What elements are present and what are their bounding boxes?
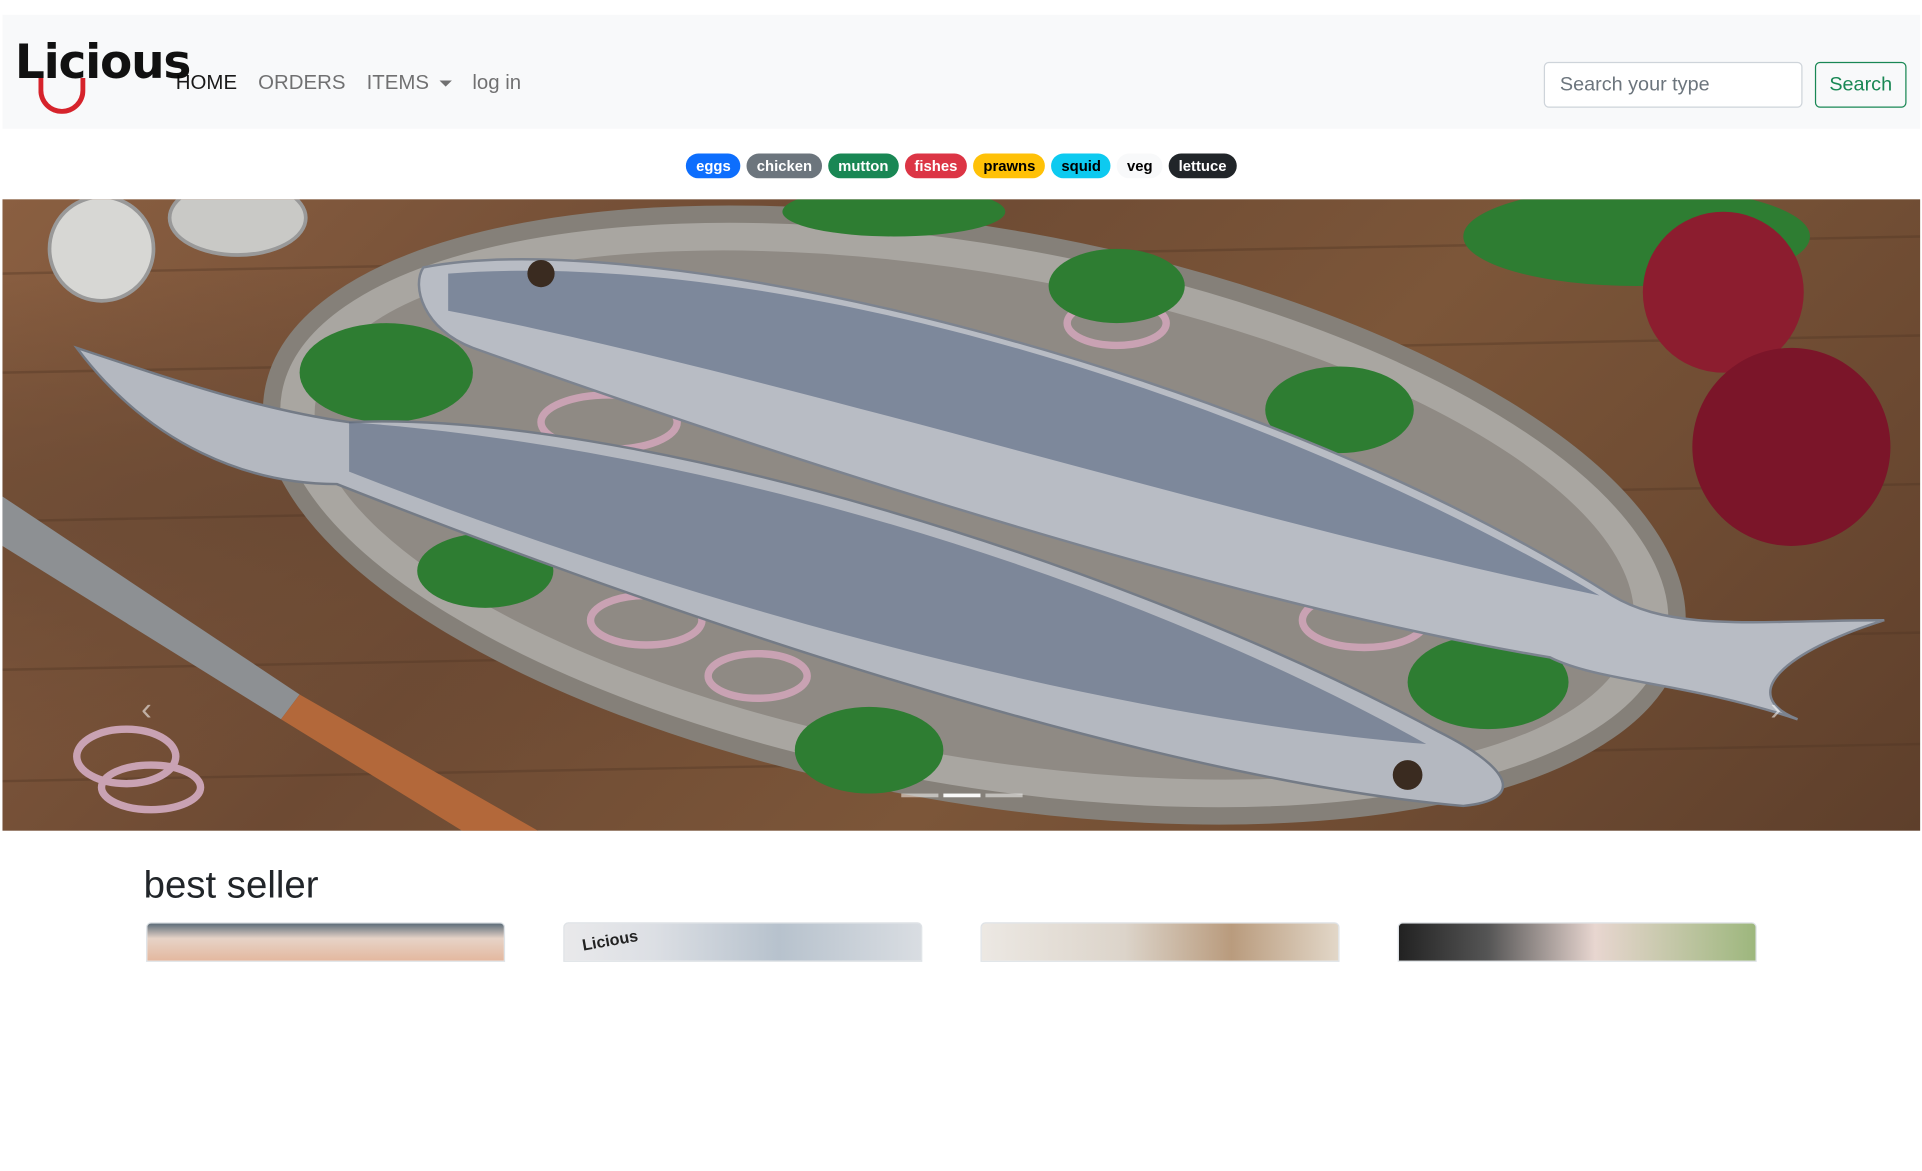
smile-icon [38,77,86,114]
product-card-1[interactable] [146,922,506,962]
product-card-4[interactable] [1397,922,1757,962]
nav-links: HOME ORDERS ITEMS log in [176,72,521,96]
badge-eggs[interactable]: eggs [686,153,741,179]
nav-orders[interactable]: ORDERS [258,72,345,96]
carousel-prev-icon[interactable]: ‹ [141,692,158,724]
badge-fishes[interactable]: fishes [904,153,968,179]
category-badges: eggs chicken mutton fishes prawns squid … [0,153,1922,179]
search-input[interactable] [1543,61,1803,108]
navbar: Licious HOME ORDERS ITEMS log in Search [2,14,1921,129]
badge-veg[interactable]: veg [1117,153,1163,179]
badge-prawns[interactable]: prawns [973,153,1046,179]
carousel-next-icon[interactable]: › [1770,692,1787,724]
product-card-3[interactable] [980,922,1340,962]
nav-items-label: ITEMS [366,71,429,95]
page: Licious HOME ORDERS ITEMS log in Search … [0,0,1922,1171]
hero-image [2,199,1921,831]
badge-squid[interactable]: squid [1051,153,1111,179]
carousel-indicator-1[interactable] [901,793,939,798]
hero-carousel[interactable]: ‹ › [2,199,1921,831]
caret-down-icon [438,80,452,87]
card-logo-text: Licious [580,926,640,955]
carousel-indicator-2[interactable] [943,793,981,798]
badge-chicken[interactable]: chicken [746,153,823,179]
nav-login[interactable]: log in [472,72,521,96]
badge-mutton[interactable]: mutton [828,153,899,179]
brand-logo[interactable]: Licious [15,35,191,129]
carousel-indicator-3[interactable] [985,793,1023,798]
badge-lettuce[interactable]: lettuce [1168,153,1237,179]
carousel-indicators [901,793,1023,798]
nav-home[interactable]: HOME [176,72,237,96]
product-card-2[interactable]: Licious [563,922,923,962]
search-button[interactable]: Search [1814,61,1907,108]
nav-items-dropdown[interactable]: ITEMS [367,72,452,96]
best-seller-title: best seller [143,862,319,907]
